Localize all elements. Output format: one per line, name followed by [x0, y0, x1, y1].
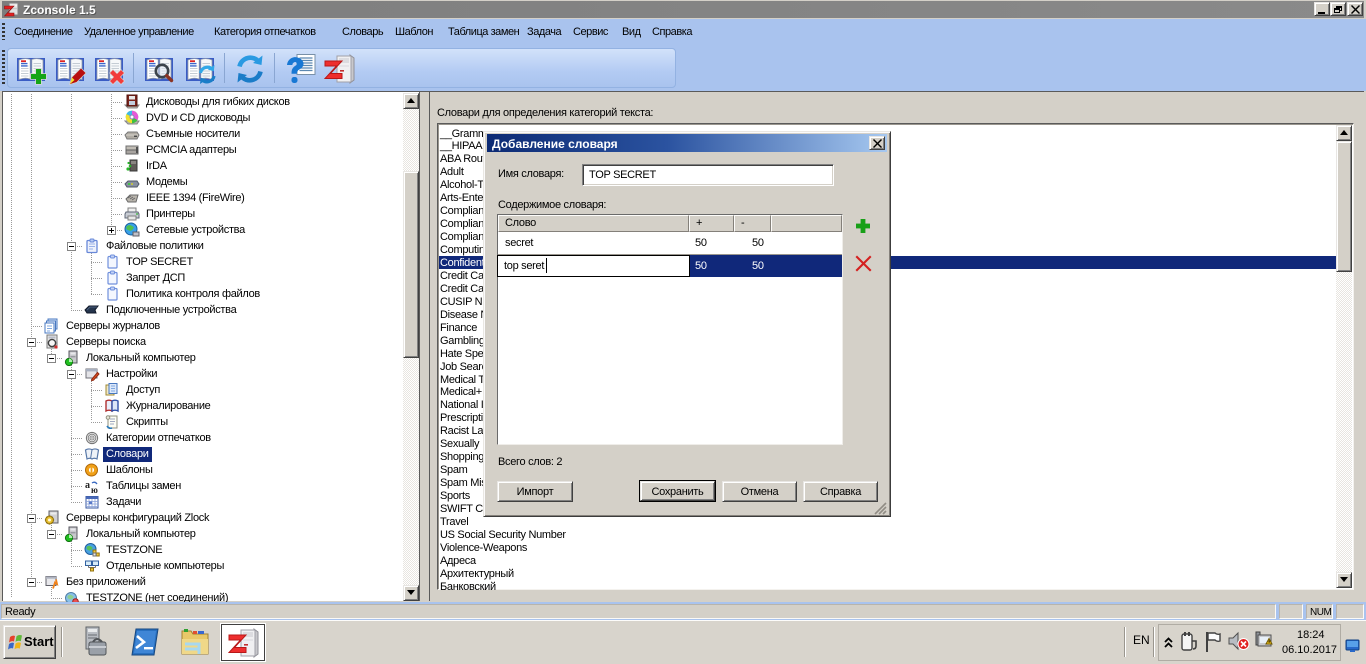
svg-text:ю: ю [91, 485, 98, 494]
svg-text:a: a [85, 480, 90, 491]
